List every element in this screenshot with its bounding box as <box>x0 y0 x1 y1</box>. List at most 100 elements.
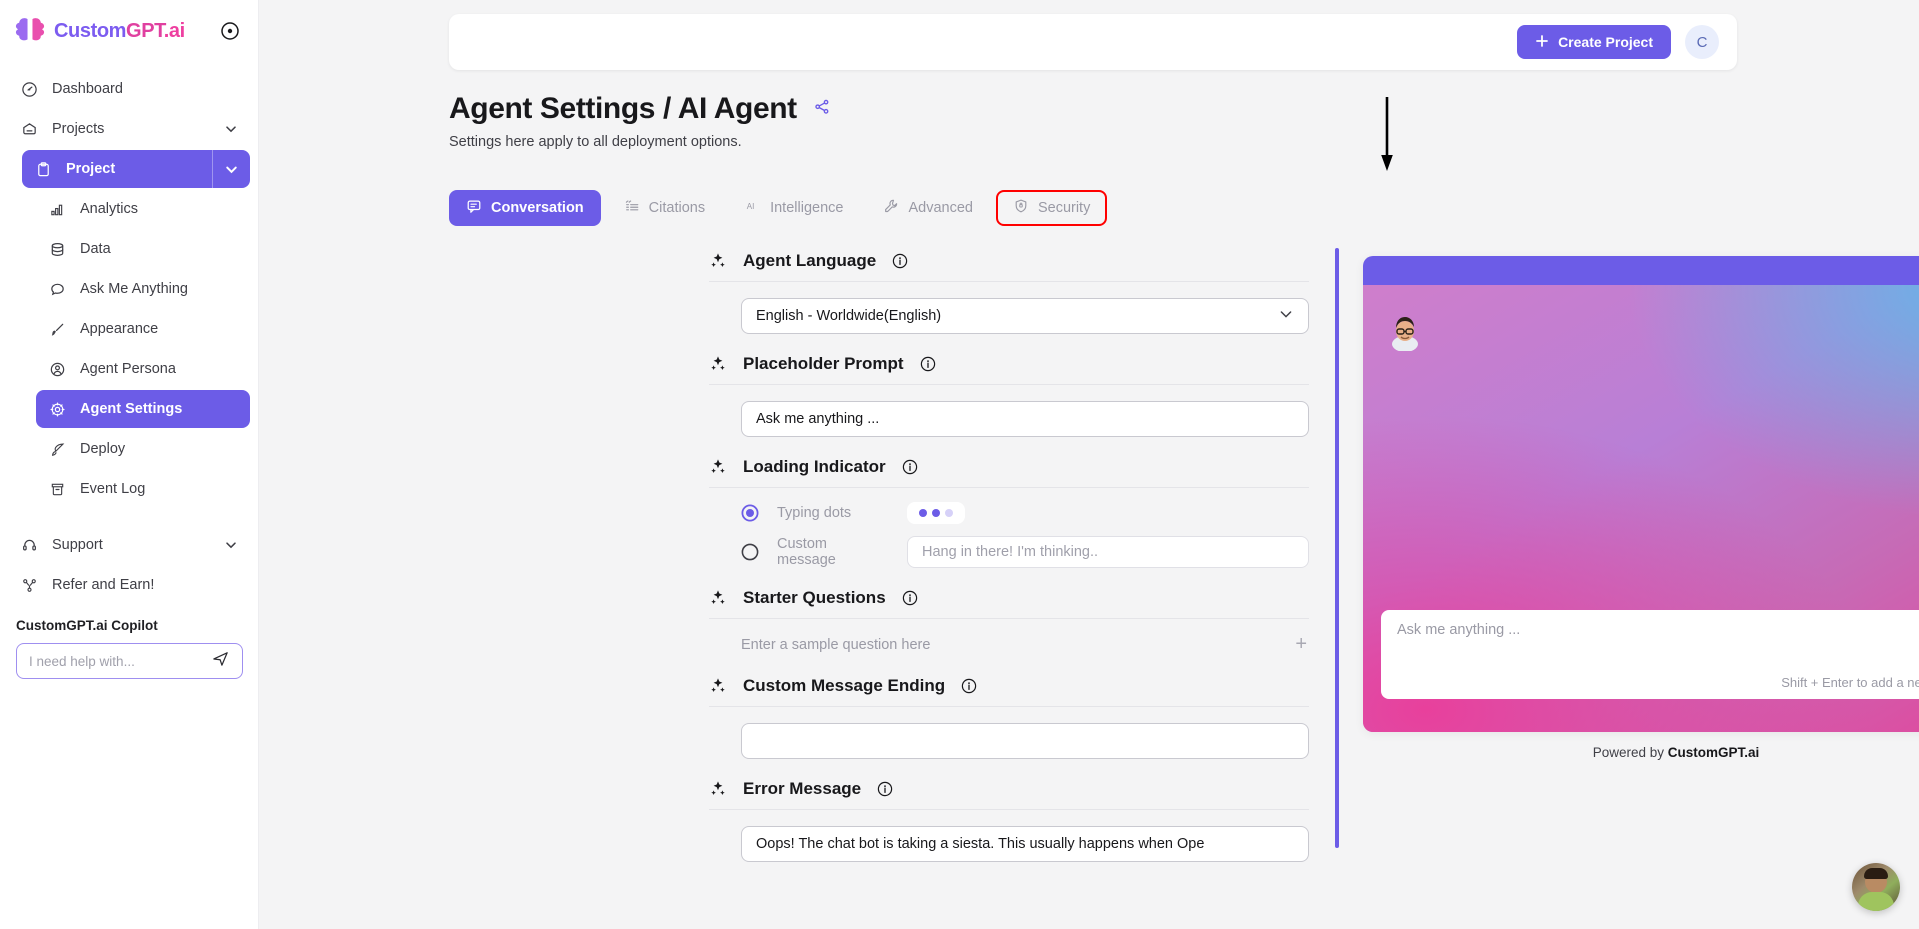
settings-scrollbar[interactable] <box>1335 248 1339 848</box>
sidebar-item-label: Agent Persona <box>80 361 176 377</box>
avatar-hair <box>1864 868 1888 879</box>
info-circle-icon[interactable] <box>892 253 908 269</box>
chevron-down-icon <box>1278 306 1294 326</box>
brand-name-part1: Custom <box>54 19 127 42</box>
sidebar-item-deploy[interactable]: Deploy <box>36 430 250 468</box>
tab-conversation[interactable]: Conversation <box>449 190 601 226</box>
starter-question-row[interactable]: Enter a sample question here + <box>709 619 1309 670</box>
plus-icon[interactable]: + <box>1295 633 1307 656</box>
paper-plane-icon[interactable] <box>211 649 230 673</box>
chevron-down-icon[interactable] <box>224 122 238 136</box>
powered-by-label: Powered by CustomGPT.ai <box>1363 745 1919 760</box>
placeholder-prompt-input[interactable]: Ask me anything ... <box>741 401 1309 437</box>
section-header: Agent Language <box>709 245 1309 281</box>
custom-message-ending-field-wrap <box>709 707 1309 773</box>
setting-custom-message-ending: Custom Message Ending <box>709 670 1309 773</box>
info-circle-icon[interactable] <box>902 459 918 475</box>
sidebar-item-label: Event Log <box>80 481 146 497</box>
section-header: Placeholder Prompt <box>709 348 1309 384</box>
sidebar-item-agent-persona[interactable]: Agent Persona <box>36 350 250 388</box>
sidebar-item-ask-me-anything[interactable]: Ask Me Anything <box>36 270 250 308</box>
info-circle-icon[interactable] <box>902 590 918 606</box>
setting-placeholder-prompt: Placeholder Prompt Ask me anything ... <box>709 348 1309 451</box>
radio-custom-message-label: Custom message <box>777 536 836 568</box>
sidebar-item-label: Data <box>80 241 111 257</box>
sidebar-item-appearance[interactable]: Appearance <box>36 310 250 348</box>
ai-text-icon: AI <box>745 198 761 218</box>
main-content: Create Project C Agent Settings / AI Age… <box>259 0 1919 929</box>
radio-custom-message[interactable] <box>741 543 759 561</box>
chat-widget-body: Ask me anything ... Shift + Enter to add… <box>1363 285 1919 732</box>
tab-label: Citations <box>648 200 706 216</box>
user-avatar[interactable]: C <box>1685 25 1719 59</box>
tab-citations[interactable]: Citations <box>607 190 722 226</box>
page-title-row: Agent Settings / AI Agent <box>449 92 831 126</box>
custom-message-ending-input[interactable] <box>741 723 1309 759</box>
section-title: Placeholder Prompt <box>743 354 904 373</box>
custom-message-input[interactable]: Hang in there! I'm thinking.. <box>907 536 1309 568</box>
info-circle-icon[interactable] <box>920 356 936 372</box>
support-agent-avatar[interactable] <box>1852 863 1900 911</box>
sidebar-item-analytics[interactable]: Analytics <box>36 190 250 228</box>
copilot-input-box[interactable] <box>16 643 243 679</box>
sidebar-item-refer-and-earn[interactable]: Refer and Earn! <box>8 566 250 604</box>
rocket-icon <box>48 440 66 458</box>
wrench-icon <box>883 198 899 218</box>
section-header: Loading Indicator <box>709 451 1309 487</box>
starter-question-placeholder: Enter a sample question here <box>741 636 931 653</box>
sidebar-item-agent-settings[interactable]: Agent Settings <box>36 390 250 428</box>
top-bar: Create Project C <box>449 14 1737 70</box>
down-arrow-annotation <box>1379 95 1395 175</box>
info-circle-icon[interactable] <box>877 781 893 797</box>
copilot-input[interactable] <box>29 653 211 669</box>
tab-security[interactable]: Security <box>995 190 1108 226</box>
radio-typing-dots[interactable] <box>741 504 759 522</box>
agent-language-field-wrap: English - Worldwide(English) <box>709 282 1309 348</box>
tab-label: Advanced <box>908 200 973 216</box>
agent-language-select[interactable]: English - Worldwide(English) <box>741 298 1309 334</box>
citation-icon <box>624 198 640 218</box>
create-project-button[interactable]: Create Project <box>1517 25 1671 59</box>
section-title: Agent Language <box>743 251 877 270</box>
page-subtitle: Settings here apply to all deployment op… <box>449 134 742 150</box>
tab-label: Security <box>1037 200 1091 216</box>
loading-option-custom-message: Custom message Hang in there! I'm thinki… <box>709 530 1309 574</box>
share-nodes-icon <box>20 576 38 594</box>
tab-label: Conversation <box>491 200 584 216</box>
copilot-title: CustomGPT.ai Copilot <box>16 618 158 633</box>
sidebar-item-data[interactable]: Data <box>36 230 250 268</box>
error-message-input[interactable]: Oops! The chat bot is taking a siesta. T… <box>741 826 1309 862</box>
share-icon[interactable] <box>813 98 831 121</box>
section-title: Loading Indicator <box>743 457 886 476</box>
tab-advanced[interactable]: Advanced <box>866 190 990 226</box>
setting-loading-indicator: Loading Indicator Typing dots Custom mes… <box>709 451 1309 574</box>
brand-name-part3: .ai <box>163 19 185 42</box>
setting-starter-questions: Starter Questions Enter a sample questio… <box>709 574 1309 670</box>
sparkle-icon <box>709 780 727 798</box>
sidebar-item-dashboard[interactable]: Dashboard <box>8 70 250 108</box>
sidebar: CustomGPT.ai Dashboard Projects Project … <box>0 0 259 929</box>
tab-label: Intelligence <box>770 200 844 216</box>
sidebar-item-event-log[interactable]: Event Log <box>36 470 250 508</box>
chat-preview-panel: Ask me anything ... Shift + Enter to add… <box>1363 256 1919 760</box>
chat-box-icon <box>466 198 482 218</box>
chat-input-box[interactable]: Ask me anything ... Shift + Enter to add… <box>1381 610 1919 699</box>
sparkle-icon <box>709 355 727 373</box>
sidebar-item-project[interactable]: Project <box>22 150 250 188</box>
app-root: CustomGPT.ai Dashboard Projects Project … <box>0 0 1919 929</box>
brand-name-part2: GPT <box>126 19 164 42</box>
info-circle-icon[interactable] <box>961 678 977 694</box>
sidebar-item-label: Deploy <box>80 441 126 457</box>
tab-intelligence[interactable]: AI Intelligence <box>728 190 860 226</box>
brain-logo-icon <box>14 16 46 46</box>
avatar-shirt <box>1858 892 1894 911</box>
chat-input-placeholder: Ask me anything ... <box>1397 622 1521 638</box>
sidebar-item-projects[interactable]: Projects <box>8 110 250 148</box>
radio-typing-dots-label: Typing dots <box>777 505 852 521</box>
chevron-down-icon[interactable] <box>224 538 238 552</box>
project-expand-chevron-icon[interactable] <box>212 150 250 188</box>
section-header: Error Message <box>709 773 1309 809</box>
collapse-sidebar-icon[interactable] <box>220 21 240 41</box>
sidebar-item-support[interactable]: Support <box>8 526 250 564</box>
